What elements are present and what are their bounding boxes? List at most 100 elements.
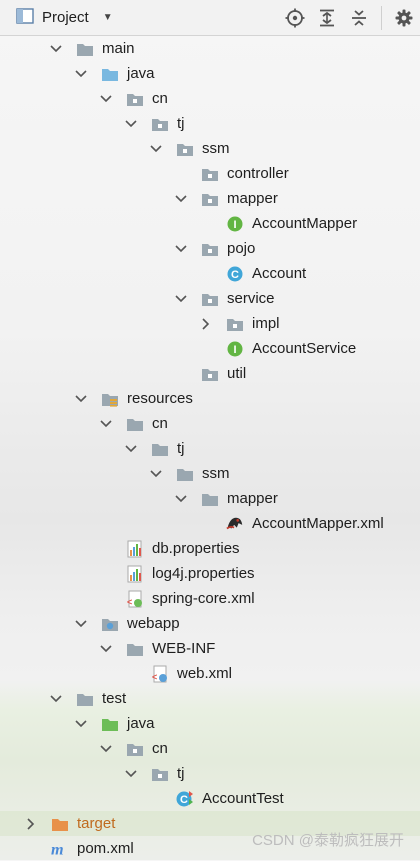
chevron-down-icon[interactable] [74, 392, 88, 406]
package-icon [151, 115, 169, 133]
chevron-down-icon[interactable] [149, 467, 163, 481]
tree-node[interactable]: I AccountMapper [0, 211, 420, 236]
tree-node[interactable]: java [0, 711, 420, 736]
chevron-down-icon[interactable] [149, 142, 163, 156]
tree-node[interactable]: webapp [0, 611, 420, 636]
tree-node[interactable]: cn [0, 736, 420, 761]
tree-node[interactable]: C AccountTest [0, 786, 420, 811]
tree-node[interactable]: log4j.properties [0, 561, 420, 586]
tree-node[interactable]: tj [0, 436, 420, 461]
tree-node-label: cn [152, 740, 168, 757]
chevron-down-icon[interactable] [49, 42, 63, 56]
tree-node-label: impl [252, 315, 280, 332]
tree-node[interactable]: mapper [0, 486, 420, 511]
maven-icon: m [51, 840, 69, 858]
tree-node[interactable]: mapper [0, 186, 420, 211]
expand-all-icon[interactable] [311, 0, 343, 36]
tree-node[interactable]: < web.xml [0, 661, 420, 686]
tree-node-label: ssm [202, 140, 230, 157]
package-icon [201, 290, 219, 308]
tree-node-label: Account [252, 265, 307, 282]
chevron-down-icon[interactable] [124, 442, 138, 456]
package-icon [226, 315, 244, 333]
tree-node[interactable]: C Account [0, 261, 420, 286]
tree-node[interactable]: tj [0, 761, 420, 786]
tree-node[interactable]: tj [0, 111, 420, 136]
settings-icon[interactable] [388, 0, 420, 36]
chevron-down-icon[interactable] [74, 67, 88, 81]
chevron-down-icon[interactable] [99, 642, 113, 656]
package-icon [126, 740, 144, 758]
svg-text:C: C [180, 794, 188, 806]
tree-node-label: test [102, 690, 127, 707]
chevron-down-icon[interactable]: ▼ [103, 12, 113, 23]
chevron-down-icon[interactable] [99, 742, 113, 756]
chevron-down-icon[interactable] [99, 417, 113, 431]
chevron-down-icon[interactable] [49, 692, 63, 706]
tree-node[interactable]: resources [0, 386, 420, 411]
tree-node-label: pom.xml [77, 840, 134, 857]
watermark: CSDN @泰勒疯狂展开 [252, 832, 404, 849]
tree-node-label: tj [177, 115, 185, 132]
tree-node[interactable]: cn [0, 86, 420, 111]
tree-node-label: webapp [127, 615, 180, 632]
project-view-selector[interactable]: Project ▼ [0, 0, 113, 35]
chevron-down-icon[interactable] [99, 92, 113, 106]
locate-icon[interactable] [279, 0, 311, 36]
source-folder-icon [101, 65, 119, 83]
tree-node-label: ssm [202, 465, 230, 482]
tree-node[interactable]: cn [0, 411, 420, 436]
test-folder-icon [101, 715, 119, 733]
chevron-down-icon[interactable] [124, 767, 138, 781]
svg-text:<: < [152, 672, 157, 682]
tree-node[interactable]: java [0, 61, 420, 86]
chevron-down-icon[interactable] [174, 242, 188, 256]
tree-node-label: service [227, 290, 275, 307]
tree-node-label: mapper [227, 490, 278, 507]
tree-node[interactable]: main [0, 36, 420, 61]
tree-node[interactable]: ssm [0, 136, 420, 161]
package-icon [201, 240, 219, 258]
tree-node-label: cn [152, 90, 168, 107]
tree-node[interactable]: db.properties [0, 536, 420, 561]
collapse-all-icon[interactable] [343, 0, 375, 36]
tree-node[interactable]: < spring-core.xml [0, 586, 420, 611]
test-class-icon: C [176, 790, 194, 808]
tree-node[interactable]: test [0, 686, 420, 711]
tree-node-label: main [102, 40, 135, 57]
tree-node-label: util [227, 365, 247, 382]
chevron-down-icon[interactable] [124, 117, 138, 131]
tree-node-label: log4j.properties [152, 565, 255, 582]
tree-node[interactable]: service [0, 286, 420, 311]
tree-node[interactable]: pojo [0, 236, 420, 261]
project-view-title: Project [42, 9, 89, 26]
chevron-down-icon[interactable] [74, 617, 88, 631]
tree-node[interactable]: I AccountService [0, 336, 420, 361]
chevron-down-icon[interactable] [174, 192, 188, 206]
tree-node-label: web.xml [177, 665, 233, 682]
tree-node[interactable]: impl [0, 311, 420, 336]
project-toolbar: Project ▼ [0, 0, 420, 36]
web-folder-icon [101, 615, 119, 633]
tree-node-label: resources [127, 390, 193, 407]
chevron-down-icon[interactable] [174, 292, 188, 306]
chevron-right-icon[interactable] [199, 317, 213, 331]
tree-node[interactable]: util [0, 361, 420, 386]
svg-text:I: I [233, 219, 236, 231]
package-icon [126, 90, 144, 108]
chevron-down-icon[interactable] [174, 492, 188, 506]
tree-node-label: AccountService [252, 340, 357, 357]
svg-text:m: m [51, 840, 64, 858]
folder-icon [126, 415, 144, 433]
tree-node-label: java [127, 65, 155, 82]
interface-icon: I [226, 215, 244, 233]
tree-node-label: AccountMapper.xml [252, 515, 384, 532]
spring-xml-icon: < [126, 590, 144, 608]
tree-node[interactable]: controller [0, 161, 420, 186]
tree-node[interactable]: ssm [0, 461, 420, 486]
chevron-down-icon[interactable] [74, 717, 88, 731]
tree-node[interactable]: WEB-INF [0, 636, 420, 661]
tree-node[interactable]: AccountMapper.xml [0, 511, 420, 536]
chevron-right-icon[interactable] [24, 817, 38, 831]
package-icon [151, 765, 169, 783]
